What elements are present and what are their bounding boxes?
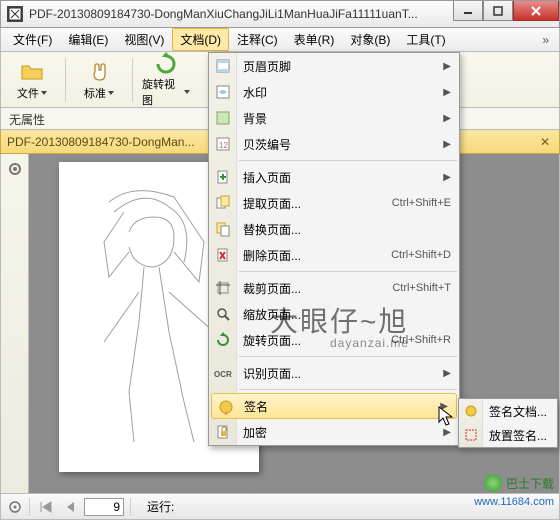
menu-view[interactable]: 视图(V) [116, 28, 172, 51]
menu-tool[interactable]: 工具(T) [398, 28, 453, 51]
menu-item-extract-page[interactable]: 提取页面... Ctrl+Shift+E [209, 190, 459, 216]
menu-item-sign[interactable]: 签名 ▶ [211, 393, 457, 419]
close-button[interactable] [513, 1, 559, 21]
menu-separator [239, 389, 457, 390]
menu-form[interactable]: 表单(R) [286, 28, 343, 51]
first-page-button[interactable] [36, 498, 56, 516]
menu-separator [239, 271, 457, 272]
sidebar [1, 154, 29, 493]
menu-item-crop-page[interactable]: 裁剪页面... Ctrl+Shift+T [209, 275, 459, 301]
insert-page-icon [214, 168, 232, 186]
toolbar-standard-label: 标准 [84, 85, 106, 101]
crop-page-icon [214, 279, 232, 297]
rotate-icon [154, 52, 178, 74]
extract-page-icon [214, 194, 232, 212]
menu-item-ocr[interactable]: OCR 识别页面... ▶ [209, 360, 459, 386]
chevron-down-icon [108, 91, 114, 95]
background-icon [214, 109, 232, 127]
toolbar-separator [132, 58, 133, 102]
svg-text:OCR: OCR [214, 370, 232, 379]
submenu-arrow-icon: ▶ [443, 172, 451, 183]
chevron-down-icon [41, 91, 47, 95]
menu-document[interactable]: 文档(D) [172, 28, 229, 51]
chevron-down-icon [184, 90, 190, 94]
submenu-arrow-icon: ▶ [443, 113, 451, 124]
menu-item-rotate-page[interactable]: 旋转页面... Ctrl+Shift+R [209, 327, 459, 353]
menu-separator [239, 356, 457, 357]
title-bar: PDF-20130809184730-DongManXiuChangJiLi1M… [0, 0, 560, 28]
sign-doc-icon [462, 402, 480, 420]
maximize-button[interactable] [483, 1, 513, 21]
toolbar-file-label: 文件 [17, 85, 39, 101]
menubar-overflow-icon[interactable]: » [536, 33, 555, 47]
menu-separator [239, 160, 457, 161]
menu-item-replace-page[interactable]: 替换页面... [209, 216, 459, 242]
svg-text:12: 12 [219, 141, 228, 150]
sign-icon [217, 398, 235, 416]
menu-comment[interactable]: 注释(C) [229, 28, 286, 51]
ocr-icon: OCR [214, 364, 232, 382]
menu-item-delete-page[interactable]: 删除页面... Ctrl+Shift+D [209, 242, 459, 268]
menu-item-insert-page[interactable]: 插入页面 ▶ [209, 164, 459, 190]
window-title: PDF-20130809184730-DongManXiuChangJiLi1M… [29, 7, 453, 21]
delete-page-icon [214, 246, 232, 264]
document-menu: 页眉页脚 ▶ 水印 ▶ 背景 ▶ 12 贝茨编号 ▶ 插入页面 ▶ 提取页面..… [208, 52, 460, 446]
toolbar-rotate-label: 旋转视图 [142, 76, 182, 108]
submenu-item-sign-doc[interactable]: 签名文档... [459, 399, 557, 423]
submenu-item-place-sign[interactable]: 放置签名... [459, 423, 557, 447]
menu-item-header-footer[interactable]: 页眉页脚 ▶ [209, 53, 459, 79]
submenu-arrow-icon: ▶ [443, 368, 451, 379]
encrypt-icon [214, 423, 232, 441]
rotate-page-icon [214, 331, 232, 349]
run-label: 运行: [147, 498, 174, 515]
place-sign-icon [462, 426, 480, 444]
zoom-page-icon [214, 305, 232, 323]
menu-item-encrypt[interactable]: 加密 ▶ [209, 419, 459, 445]
hand-icon [87, 59, 111, 83]
watermark-icon [214, 83, 232, 101]
menu-item-background[interactable]: 背景 ▶ [209, 105, 459, 131]
tab-close-icon[interactable]: ✕ [537, 134, 553, 150]
toolbar-standard-button[interactable]: 标准 [74, 56, 124, 104]
menu-item-watermark[interactable]: 水印 ▶ [209, 79, 459, 105]
menu-file[interactable]: 文件(F) [5, 28, 60, 51]
corner-logo: 巴士下载 [484, 474, 554, 492]
submenu-arrow-icon: ▶ [443, 427, 451, 438]
folder-icon [20, 59, 44, 83]
submenu-arrow-icon: ▶ [440, 401, 448, 412]
submenu-arrow-icon: ▶ [443, 61, 451, 72]
toolbar-rotate-button[interactable]: 旋转视图 [141, 56, 191, 104]
menu-item-bates[interactable]: 12 贝茨编号 ▶ [209, 131, 459, 157]
properties-label: 无属性 [9, 113, 45, 127]
corner-logo-text: 巴士下载 [506, 475, 554, 492]
corner-logo-icon [484, 474, 502, 492]
menu-bar: 文件(F) 编辑(E) 视图(V) 文档(D) 注释(C) 表单(R) 对象(B… [0, 28, 560, 52]
corner-url: www.11684.com [474, 496, 554, 508]
toolbar-file-button[interactable]: 文件 [7, 56, 57, 104]
gear-icon[interactable] [6, 160, 24, 178]
sign-submenu: 签名文档... 放置签名... [458, 398, 558, 448]
prev-page-button[interactable] [60, 498, 80, 516]
bates-icon: 12 [214, 135, 232, 153]
page-number-input[interactable] [84, 498, 124, 516]
menu-edit[interactable]: 编辑(E) [60, 28, 116, 51]
app-icon [7, 6, 23, 22]
toolbar-separator [65, 58, 66, 102]
replace-page-icon [214, 220, 232, 238]
menu-item-zoom-page[interactable]: 缩放页面... [209, 301, 459, 327]
menu-object[interactable]: 对象(B) [342, 28, 398, 51]
minimize-button[interactable] [453, 1, 483, 21]
submenu-arrow-icon: ▶ [443, 87, 451, 98]
header-footer-icon [214, 57, 232, 75]
gear-icon[interactable] [7, 499, 23, 515]
submenu-arrow-icon: ▶ [443, 139, 451, 150]
